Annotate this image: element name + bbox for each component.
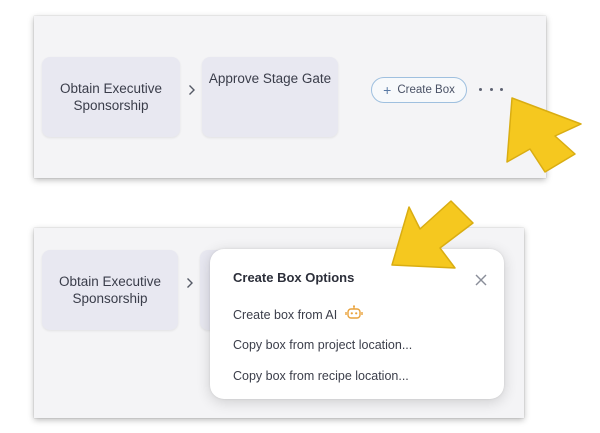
create-box-label: Create Box (397, 84, 455, 96)
menu-item-label: Create box from AI (233, 307, 338, 322)
card-label-line2: Sponsorship (73, 98, 149, 113)
chevron-right-icon (185, 276, 195, 290)
card-label-line1: Obtain Executive (58, 274, 162, 289)
menu-item-create-from-ai[interactable]: Create box from AI (233, 305, 363, 324)
workflow-card-obtain-executive-sponsorship[interactable]: Obtain Executive Sponsorship (42, 57, 180, 137)
workflow-panel-top: Obtain Executive Sponsorship Approve Sta… (34, 16, 546, 178)
popup-title: Create Box Options (233, 270, 355, 285)
plus-icon: + (383, 82, 392, 98)
yellow-arrow-pointer-bottom (391, 200, 474, 269)
menu-item-label: Copy box from project location... (233, 338, 413, 352)
ai-robot-icon (345, 305, 363, 324)
create-box-button[interactable]: + Create Box (371, 77, 467, 103)
yellow-arrow-pointer-top (506, 97, 582, 173)
card-label-line2: Sponsorship (72, 291, 148, 306)
card-label-line1: Obtain Executive (59, 81, 163, 96)
menu-item-copy-from-project[interactable]: Copy box from project location... (233, 338, 412, 352)
workflow-card-obtain-executive-sponsorship[interactable]: Obtain Executive Sponsorship (42, 250, 178, 330)
menu-item-copy-from-recipe[interactable]: Copy box from recipe location... (233, 369, 409, 383)
workflow-card-approve-stage-gate[interactable]: Approve Stage Gate (202, 57, 338, 137)
chevron-right-icon (187, 83, 197, 97)
card-label: Approve Stage Gate (208, 71, 332, 86)
menu-item-label: Copy box from recipe location... (233, 369, 409, 383)
